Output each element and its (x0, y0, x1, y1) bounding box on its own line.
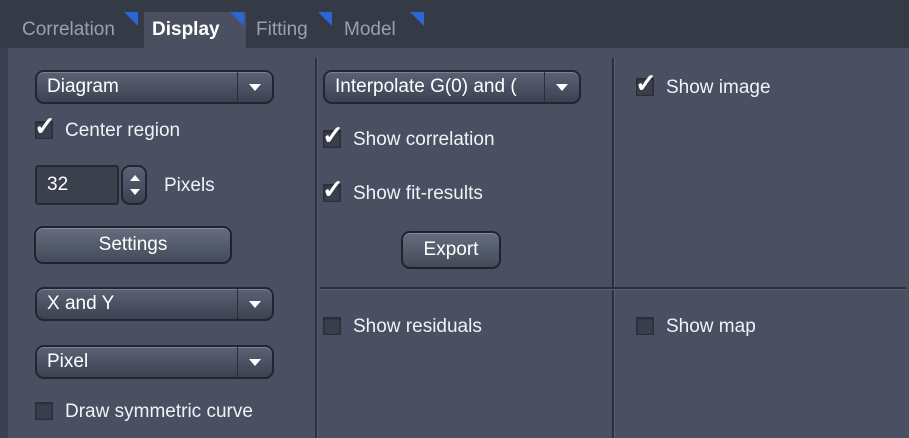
view-dropdown[interactable]: Diagram (35, 70, 274, 104)
checkmark-icon: ✓ (34, 111, 56, 141)
row-divider (320, 287, 906, 290)
interpolate-dropdown-value: Interpolate G(0) and ( (335, 76, 517, 97)
checkbox-box[interactable]: ✓ (322, 122, 344, 148)
tab-fitting[interactable]: Fitting (248, 12, 334, 48)
show-fit-results-label: Show fit-results (353, 183, 483, 204)
interpolate-dropdown[interactable]: Interpolate G(0) and ( (323, 70, 581, 104)
pixels-input[interactable]: 32 (35, 165, 119, 205)
show-image-label: Show image (666, 77, 771, 98)
show-correlation-label: Show correlation (353, 129, 495, 150)
axis-dropdown-value: X and Y (47, 293, 115, 314)
checkmark-icon: ✓ (322, 120, 344, 150)
draw-symmetric-label: Draw symmetric curve (65, 401, 253, 422)
checkmark-icon: ✓ (635, 68, 657, 98)
checkbox-box[interactable] (636, 317, 654, 335)
tab-corner-marker (318, 12, 332, 26)
view-dropdown-value: Diagram (47, 76, 119, 97)
tab-label: Fitting (256, 19, 308, 40)
tab-label: Model (344, 19, 396, 40)
column-divider-right (612, 58, 615, 438)
checkbox-box[interactable]: ✓ (34, 113, 56, 139)
pixels-stepper[interactable] (121, 165, 147, 205)
tab-correlation[interactable]: Correlation (14, 12, 140, 48)
unit-dropdown-value: Pixel (47, 351, 89, 372)
settings-button[interactable]: Settings (34, 226, 232, 264)
export-button[interactable]: Export (401, 231, 501, 269)
column-divider-left (315, 58, 318, 438)
tab-corner-marker (124, 12, 138, 26)
unit-dropdown[interactable]: Pixel (35, 345, 274, 379)
pixels-unit-label: Pixels (164, 175, 215, 196)
show-residuals-label: Show residuals (353, 316, 482, 337)
tab-label: Correlation (22, 19, 115, 40)
tab-model[interactable]: Model (336, 12, 426, 48)
tab-corner-marker (230, 12, 244, 26)
tab-corner-marker (410, 12, 424, 26)
chevron-down-icon[interactable] (237, 289, 272, 319)
tab-display[interactable]: Display (144, 12, 246, 48)
checkbox-box[interactable]: ✓ (322, 176, 344, 202)
stepper-down-icon[interactable] (130, 189, 140, 195)
tab-bar: Correlation Display Fitting Model (0, 0, 909, 48)
show-map-label: Show map (666, 316, 756, 337)
center-region-label: Center region (65, 120, 181, 141)
checkbox-box[interactable]: ✓ (635, 70, 657, 96)
chevron-down-icon[interactable] (544, 72, 579, 102)
chevron-down-icon[interactable] (237, 72, 272, 102)
chevron-down-icon[interactable] (237, 347, 272, 377)
stepper-up-icon[interactable] (130, 175, 140, 181)
tab-label: Display (152, 19, 220, 40)
checkbox-box[interactable] (323, 317, 341, 335)
checkmark-icon: ✓ (322, 174, 344, 204)
axis-dropdown[interactable]: X and Y (35, 287, 274, 321)
checkbox-box[interactable] (35, 402, 53, 420)
